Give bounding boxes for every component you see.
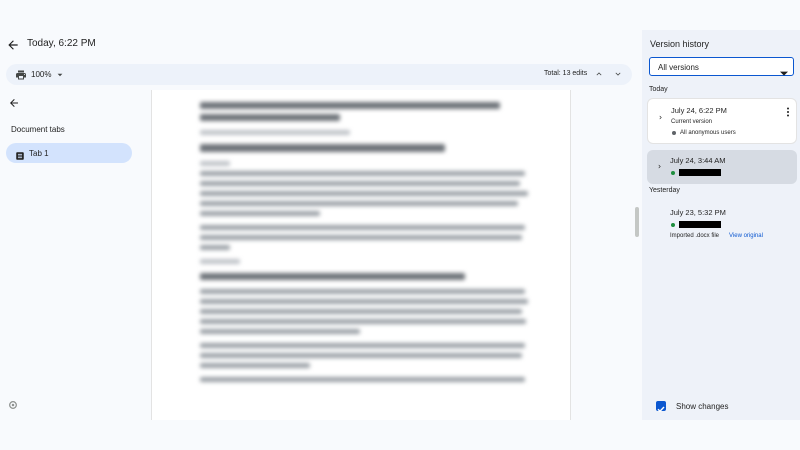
versions-filter-select[interactable]: All versions (649, 57, 794, 76)
author-dot (672, 131, 676, 135)
scrollbar-thumb[interactable] (635, 207, 639, 237)
toolbar: 100% Total: 13 edits (6, 64, 632, 85)
tab-1[interactable]: Tab 1 (6, 143, 132, 163)
print-icon[interactable] (14, 68, 28, 82)
version-author: All anonymous users (680, 130, 736, 136)
caret-down-icon[interactable] (56, 71, 64, 79)
versions-filter-value: All versions (658, 63, 699, 72)
redacted-author-name (679, 221, 721, 228)
version-item[interactable]: July 24, 3:44 AM (647, 150, 797, 184)
document-page (151, 90, 571, 420)
version-title: Today, 6:22 PM (27, 38, 96, 49)
version-time: July 23, 5:32 PM (670, 208, 726, 217)
settings-gear-icon[interactable] (7, 399, 19, 411)
current-version-label: Current version (671, 119, 713, 125)
show-changes-label: Show changes (676, 402, 729, 411)
import-note: Imported .docx file (670, 233, 720, 239)
total-edits-count: Total: 13 edits (544, 70, 588, 77)
redacted-author-name (679, 169, 721, 176)
show-changes-checkbox[interactable] (656, 401, 666, 413)
zoom-level[interactable]: 100% (31, 70, 51, 79)
chevron-down-icon[interactable] (612, 68, 624, 80)
chevron-right-icon[interactable] (657, 108, 664, 120)
author-dot (671, 171, 675, 175)
chevron-up-icon[interactable] (593, 68, 605, 80)
document-tab-icon (15, 148, 25, 160)
version-item[interactable]: July 24, 6:22 PM Current version All ano… (647, 98, 797, 144)
group-label-today: Today (649, 86, 668, 93)
document-tabs-heading: Document tabs (11, 125, 65, 134)
view-original-link[interactable]: View original (729, 233, 763, 239)
version-item[interactable]: July 23, 5:32 PM Imported .docx file Vie… (647, 202, 797, 246)
version-time: July 24, 3:44 AM (670, 156, 726, 165)
blurred-document-content (200, 90, 530, 387)
version-history-title: Version history (650, 39, 710, 49)
group-label-yesterday: Yesterday (649, 187, 680, 194)
back-arrow-icon[interactable] (4, 36, 22, 54)
caret-down-icon (780, 64, 788, 76)
chevron-right-icon[interactable] (656, 157, 663, 169)
tab-label: Tab 1 (29, 149, 49, 158)
back-arrow-icon[interactable] (6, 95, 22, 111)
author-dot (671, 223, 675, 227)
version-history-panel: Version history All versions Today July … (642, 30, 800, 420)
version-time: July 24, 6:22 PM (671, 106, 727, 115)
more-vert-icon[interactable] (785, 104, 791, 117)
